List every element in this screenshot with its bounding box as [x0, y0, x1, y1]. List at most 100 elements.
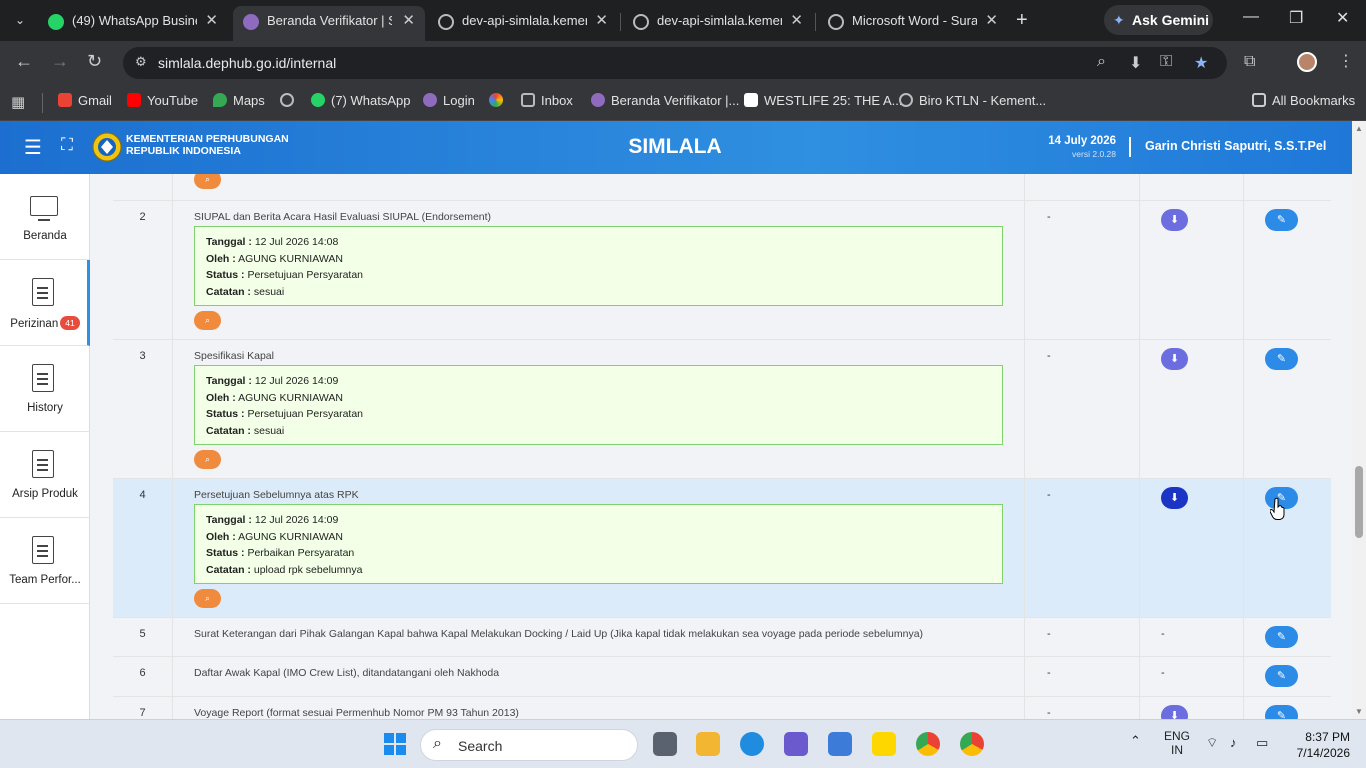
- sidebar-item-history[interactable]: History: [0, 346, 90, 432]
- ask-gemini-button[interactable]: ✦ Ask Gemini: [1104, 5, 1213, 35]
- table-row: 5 Surat Keterangan dari Pihak Galangan K…: [113, 618, 1331, 657]
- app-icon[interactable]: [784, 732, 808, 756]
- close-icon[interactable]: ✕: [595, 11, 608, 29]
- all-bookmarks[interactable]: All Bookmarks: [1252, 93, 1355, 108]
- extensions-icon[interactable]: ⧉: [1244, 53, 1255, 71]
- bookmark-login[interactable]: Login: [423, 93, 475, 108]
- table-row: 4 Persetujuan Sebelumnya atas RPK Tangga…: [113, 479, 1331, 618]
- tab-whatsapp[interactable]: (49) WhatsApp Business ✕: [38, 6, 228, 41]
- sidebar: Beranda Perizinan 41 History Arsip Produk…: [0, 174, 90, 719]
- minimize-icon[interactable]: —: [1243, 8, 1259, 26]
- site-icon: [243, 14, 259, 30]
- hamburger-menu-icon[interactable]: ☰: [24, 135, 42, 160]
- download-button[interactable]: ⬇: [1161, 705, 1188, 719]
- download-button[interactable]: ⬇: [1161, 348, 1188, 370]
- language-indicator[interactable]: ENG IN: [1164, 729, 1190, 757]
- close-icon[interactable]: ✕: [985, 11, 998, 29]
- bookmark-youtube[interactable]: YouTube: [127, 93, 198, 108]
- note-status: Persetujuan Persyaratan: [247, 269, 364, 281]
- download-button[interactable]: ⬇: [1161, 487, 1188, 509]
- site-icon: [423, 93, 437, 107]
- battery-icon[interactable]: ▭: [1256, 735, 1268, 751]
- bookmark-photos[interactable]: [489, 93, 509, 108]
- sticky-notes-icon[interactable]: [872, 732, 896, 756]
- reload-icon[interactable]: ↻: [87, 51, 102, 72]
- row-number: 6: [113, 657, 173, 696]
- close-icon[interactable]: ✕: [205, 11, 218, 29]
- edit-button[interactable]: ✎: [1265, 665, 1298, 687]
- taskbar-clock[interactable]: 8:37 PM 7/14/2026: [1284, 729, 1350, 761]
- show-hidden-icons-icon[interactable]: ⌃: [1130, 733, 1141, 749]
- keterangan: -: [1025, 618, 1140, 656]
- edit-button[interactable]: ✎: [1265, 209, 1298, 231]
- edge-icon[interactable]: [740, 732, 764, 756]
- zoom-icon[interactable]: ⌕: [1097, 53, 1106, 71]
- sidebar-item-arsip-produk[interactable]: Arsip Produk: [0, 432, 90, 518]
- verification-note: Tanggal : 12 Jul 2026 14:08 Oleh : AGUNG…: [194, 226, 1003, 306]
- chrome-icon[interactable]: [916, 732, 940, 756]
- user-name[interactable]: Garin Christi Saputri, S.S.T.Pel: [1145, 139, 1326, 153]
- profile-avatar[interactable]: [1297, 52, 1317, 72]
- page-scrollbar[interactable]: ▲ ▼: [1352, 121, 1366, 719]
- view-detail-button[interactable]: ⌕: [194, 311, 221, 330]
- close-icon[interactable]: ✕: [402, 11, 415, 29]
- scroll-up-icon[interactable]: ▲: [1355, 124, 1363, 133]
- app-title: SIMLALA: [628, 135, 722, 158]
- view-detail-button[interactable]: ⌕: [194, 174, 221, 189]
- edit-button[interactable]: ✎: [1265, 626, 1298, 648]
- close-icon[interactable]: ✕: [790, 11, 803, 29]
- row-number: 4: [113, 479, 173, 617]
- maximize-icon[interactable]: ❐: [1289, 8, 1303, 28]
- url-text[interactable]: simlala.dephub.go.id/internal: [158, 55, 336, 71]
- view-detail-button[interactable]: ⌕: [194, 589, 221, 608]
- taskbar-search[interactable]: ⌕ Search: [420, 729, 638, 761]
- window-close-icon[interactable]: ✕: [1336, 8, 1349, 28]
- row-number: 5: [113, 618, 173, 656]
- bookmark-star-icon[interactable]: ★: [1194, 53, 1208, 73]
- sidebar-item-perizinan[interactable]: Perizinan 41: [0, 260, 90, 346]
- edit-button[interactable]: ✎: [1265, 348, 1298, 370]
- back-icon[interactable]: ←: [15, 51, 33, 72]
- document-name: Persetujuan Sebelumnya atas RPK: [194, 489, 359, 501]
- password-key-icon[interactable]: ⚿: [1160, 53, 1172, 71]
- file-explorer-icon[interactable]: [696, 732, 720, 756]
- edit-button[interactable]: ✎: [1265, 705, 1298, 719]
- task-view-icon[interactable]: [653, 732, 677, 756]
- tab-search-icon[interactable]: ⌄: [8, 8, 32, 32]
- camera-icon[interactable]: [828, 732, 852, 756]
- bookmark-globe[interactable]: [280, 93, 300, 108]
- bookmark-gmail[interactable]: Gmail: [58, 93, 112, 108]
- new-tab-icon[interactable]: +: [1016, 9, 1028, 32]
- bookmark-whatsapp[interactable]: (7) WhatsApp: [311, 93, 410, 108]
- bookmark-westlife[interactable]: WESTLIFE 25: THE A...: [744, 93, 902, 108]
- bookmark-beranda[interactable]: Beranda Verifikator |...: [591, 93, 739, 108]
- note-status: Persetujuan Persyaratan: [247, 408, 364, 420]
- forward-icon[interactable]: →: [51, 51, 69, 72]
- tab-beranda-verifikator[interactable]: Beranda Verifikator | Sim ✕: [233, 6, 425, 41]
- chrome-profile-icon[interactable]: [960, 732, 984, 756]
- install-icon[interactable]: ⬇: [1129, 53, 1142, 73]
- wifi-icon[interactable]: ⌔: [1206, 735, 1218, 751]
- sidebar-item-beranda[interactable]: Beranda: [0, 174, 90, 260]
- apps-grid-icon[interactable]: ▦: [11, 93, 25, 111]
- windows-start-icon[interactable]: [384, 733, 406, 755]
- address-bar[interactable]: ⚙ simlala.dephub.go.id/internal ⌕ ⬇ ⚿ ★: [123, 47, 1227, 79]
- sidebar-item-team-performance[interactable]: Team Perfor...: [0, 518, 90, 604]
- scroll-down-icon[interactable]: ▼: [1355, 707, 1363, 716]
- verification-note: Tanggal : 12 Jul 2026 14:09 Oleh : AGUNG…: [194, 504, 1003, 584]
- bookmark-inbox[interactable]: Inbox: [521, 93, 573, 108]
- menu-kebab-icon[interactable]: ⋮: [1338, 51, 1354, 71]
- site-settings-icon[interactable]: ⚙: [135, 54, 147, 70]
- download-button[interactable]: ⬇: [1161, 209, 1188, 231]
- youtube-icon: [127, 93, 141, 107]
- view-detail-button[interactable]: ⌕: [194, 450, 221, 469]
- tab-dev-api-1[interactable]: dev-api-simlala.kemenh ✕: [428, 6, 618, 41]
- tab-title: Beranda Verifikator | Sim: [267, 13, 392, 28]
- tab-word[interactable]: Microsoft Word - Surat ✕: [818, 6, 1008, 41]
- bookmark-biro-ktln[interactable]: Biro KTLN - Kement...: [899, 93, 1046, 108]
- fullscreen-icon[interactable]: ⛶: [61, 135, 73, 155]
- tab-dev-api-2[interactable]: dev-api-simlala.kemenh ✕: [623, 6, 813, 41]
- bookmark-maps[interactable]: Maps: [213, 93, 265, 108]
- scroll-thumb[interactable]: [1355, 466, 1363, 538]
- volume-icon[interactable]: ♪: [1230, 735, 1237, 750]
